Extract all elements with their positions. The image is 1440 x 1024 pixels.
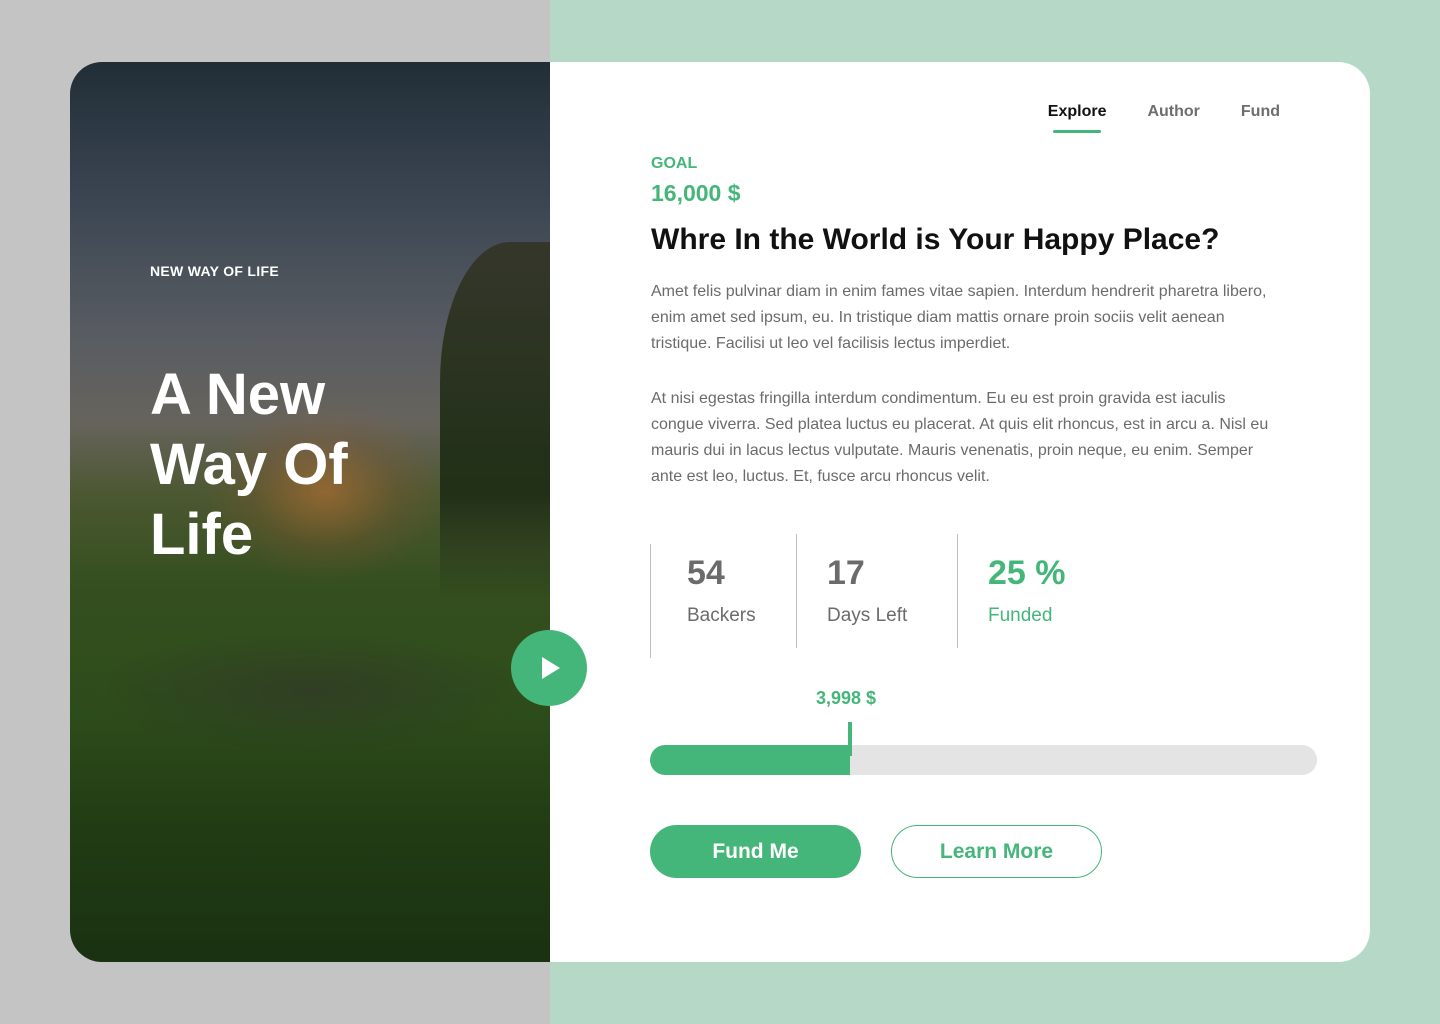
stat-days-left-value: 17 bbox=[827, 554, 865, 592]
nav-item-author[interactable]: Author bbox=[1147, 103, 1199, 129]
nav-item-fund[interactable]: Fund bbox=[1241, 103, 1280, 129]
funding-progress-fill bbox=[650, 745, 851, 775]
progress-marker bbox=[848, 722, 852, 756]
stat-funded-label: Funded bbox=[988, 605, 1053, 626]
campaign-details: Explore Author Fund GOAL 16,000 $ Whre I… bbox=[550, 62, 1370, 962]
stat-divider bbox=[650, 544, 651, 658]
stat-divider bbox=[957, 534, 958, 648]
stat-divider bbox=[796, 534, 797, 648]
description-paragraph-1: Amet felis pulvinar diam in enim fames v… bbox=[651, 283, 1267, 352]
description-paragraph-2: At nisi egestas fringilla interdum condi… bbox=[651, 390, 1269, 485]
learn-more-button[interactable]: Learn More bbox=[891, 825, 1102, 878]
play-label-line2: PRESENTATION VIDEO bbox=[1165, 668, 1321, 684]
nav-item-explore[interactable]: Explore bbox=[1048, 103, 1106, 133]
page-title: Whre In the World is Your Happy Place? bbox=[651, 223, 1220, 256]
raised-amount: 3,998 $ bbox=[816, 688, 877, 708]
hero-title: A New Way Of Life bbox=[150, 362, 348, 567]
fund-me-button[interactable]: Fund Me bbox=[650, 825, 861, 878]
play-video-label: PLAY OUR PRESENTATION VIDEO bbox=[1101, 649, 1321, 685]
stat-funded-value: 25 % bbox=[988, 554, 1066, 592]
hero-kicker: NEW WAY OF LIFE bbox=[150, 263, 279, 279]
goal-label: GOAL bbox=[651, 155, 698, 172]
funding-progress-bar bbox=[650, 745, 1317, 775]
play-label-line1: PLAY OUR bbox=[1250, 650, 1321, 666]
play-icon bbox=[542, 657, 560, 679]
top-nav: Explore Author Fund bbox=[1048, 103, 1280, 133]
stat-backers-label: Backers bbox=[687, 605, 756, 626]
stat-days-left-label: Days Left bbox=[827, 605, 908, 626]
goal-value: 16,000 $ bbox=[651, 180, 741, 206]
play-video-button[interactable] bbox=[511, 630, 587, 706]
stat-backers-value: 54 bbox=[687, 554, 725, 592]
